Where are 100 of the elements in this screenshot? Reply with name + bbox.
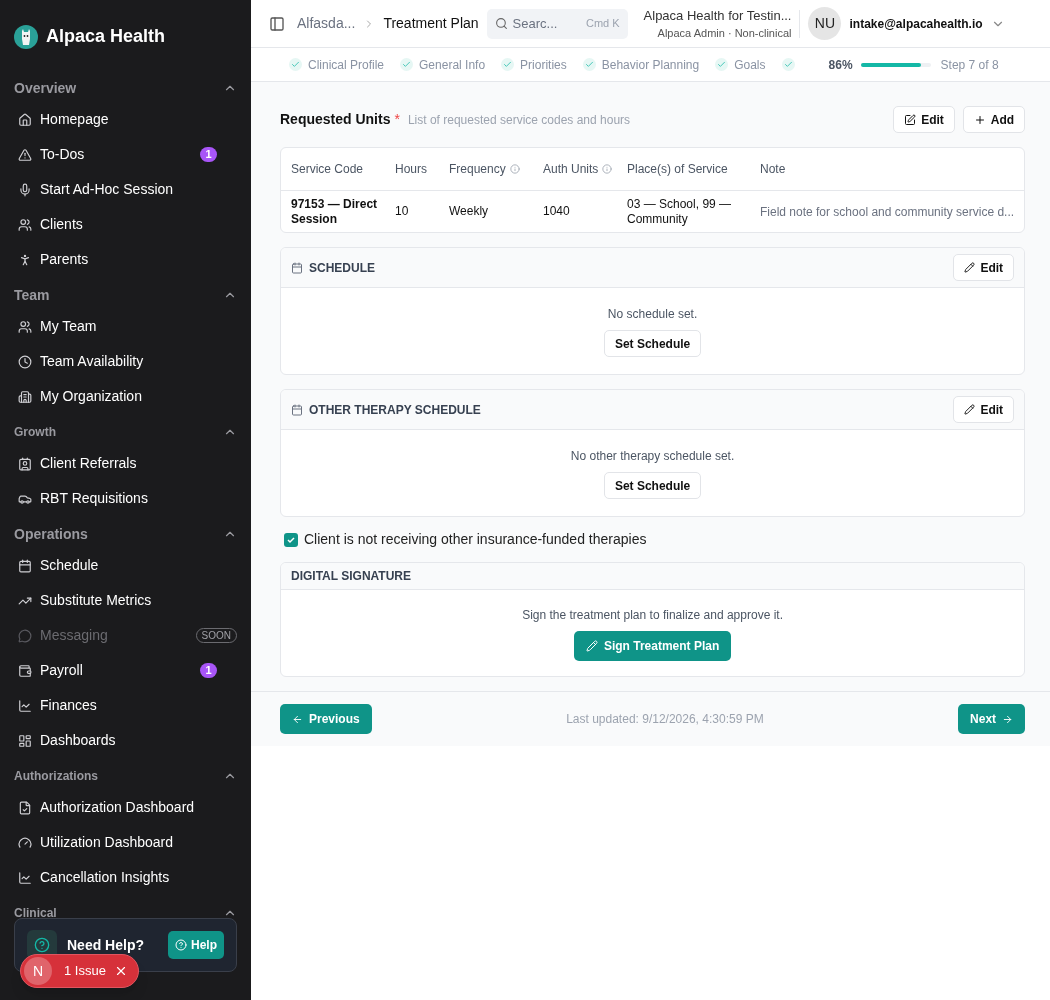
column-header: Place(s) of Service [627,161,729,178]
user-email: intake@alpacahealth.io [849,15,983,33]
info-icon [602,164,613,174]
info-icon [509,164,520,174]
nav-item[interactable]: Start Ad-Hoc Session [14,172,237,207]
nav-item[interactable]: Client Referrals [14,446,237,481]
signature-instruction: Sign the treatment plan to finalize and approve it. [522,606,783,624]
help-icon [175,939,187,951]
nav-item[interactable]: Payroll 1 [14,653,237,688]
edit-icon [904,113,917,126]
nav-item[interactable]: Clients [14,207,237,242]
calendar-icon [18,558,32,573]
dashboard-icon [18,733,32,748]
organization-name: Alpaca Health for Testin... [643,6,792,25]
wallet-icon [18,663,32,678]
nav-item[interactable]: RBT Requisitions [14,481,237,516]
issue-toast[interactable]: N 1 Issue [20,954,139,988]
nav-item[interactable]: Substitute Metrics [14,583,237,618]
alpaca-logo-icon [14,24,38,49]
table-cell-text: 97153 — Direct Session [291,196,379,227]
card-title: OTHER THERAPY SCHEDULE [309,401,482,419]
brand-name: Alpaca Health [46,25,166,48]
nav-item[interactable]: To-Dos 1 [14,137,237,172]
help-title: Need Help? [67,935,145,955]
previous-button[interactable]: Previous [280,704,372,734]
edit-button[interactable]: Edit [953,396,1015,423]
check-icon [286,534,296,545]
nav-item[interactable]: Parents [14,242,237,277]
check-icon [715,58,729,71]
check-icon [289,58,302,71]
search-field[interactable]: Searc... Cmd K [486,8,628,39]
checkbox-label: Client is not receiving other insurance-funded therapies [304,530,647,549]
column-header: Auth Units [543,160,627,178]
section-heading: Authorizations [14,768,98,785]
check-icon [582,58,596,71]
nav-item[interactable]: Schedule [14,548,237,583]
progress-percent: 86% [828,56,853,74]
house-icon [18,112,32,127]
step-counter: Step 7 of 8 [940,56,999,74]
section-heading: Clinical [14,905,57,918]
search-icon [494,17,508,30]
arrow-left-icon [292,713,303,725]
column-header: Note [760,161,787,178]
nav-item[interactable]: Dashboards [14,723,237,758]
table-cell-text: 1040 [543,204,571,219]
user-avatar[interactable]: NU [808,7,842,40]
breadcrumb-link[interactable]: Alfasda... [297,13,356,34]
column-header: Service Code [291,161,365,178]
nav-item[interactable]: Homepage [14,102,237,137]
breadcrumb-current: Treatment Plan [383,14,479,33]
nav-item[interactable]: Cancellation Insights [14,860,237,895]
building-icon [18,389,32,404]
nav-item[interactable]: My Team [14,309,237,344]
column-header: Hours [395,161,428,178]
nav-item[interactable]: Authorization Dashboard [14,790,237,825]
empty-message: No other therapy schedule set. [570,448,735,465]
add-button[interactable]: Add [962,106,1026,133]
plus-icon [973,113,986,126]
microphone-icon [18,182,32,197]
set-schedule-button[interactable]: Set Schedule [603,330,702,357]
sign-button[interactable]: Sign Treatment Plan [573,630,732,661]
pencil-icon [964,404,976,415]
people-icon [18,319,32,334]
issue-avatar: N [24,957,52,985]
count-badge: 1 [200,663,217,678]
user-role: Alpaca Admin · Non-clinical [657,26,792,41]
document-check-icon [18,800,32,815]
clock-icon [18,354,32,369]
nav-item[interactable]: Team Availability [14,344,237,379]
card-title: SCHEDULE [309,259,376,277]
calendar-icon [291,403,303,416]
warning-icon [18,147,32,162]
count-badge: 1 [200,147,217,162]
checkbox[interactable] [284,532,298,547]
section-heading: Growth [14,424,56,441]
empty-message: No schedule set. [607,306,698,323]
table-cell-text: Weekly [449,204,490,219]
section-heading: Operations [14,524,88,544]
nav-item[interactable]: Finances [14,688,237,723]
help-button[interactable]: Help [168,931,224,959]
section-description: List of requested service codes and hours [407,111,632,129]
section-title: Requested Units [280,110,391,129]
line-chart-icon [18,698,32,713]
edit-button[interactable]: Edit [893,106,955,133]
pencil-icon [585,639,598,652]
nav-item[interactable]: Utilization Dashboard [14,825,237,860]
section-heading: Overview [14,78,77,98]
next-button[interactable]: Next [958,704,1026,734]
edit-button[interactable]: Edit [953,254,1015,281]
required-asterisk: * [394,110,400,129]
table-cell-text: 10 [395,204,410,219]
set-schedule-button[interactable]: Set Schedule [603,472,702,499]
nav-item[interactable]: My Organization [14,379,237,414]
arrow-right-icon [1002,713,1014,725]
sidebar-toggle-icon[interactable] [269,15,285,32]
check-icon [781,58,795,71]
pencil-icon [964,262,976,273]
chat-bubble-icon [18,628,32,643]
column-header: Frequency [449,160,543,178]
people-icon [18,217,32,232]
